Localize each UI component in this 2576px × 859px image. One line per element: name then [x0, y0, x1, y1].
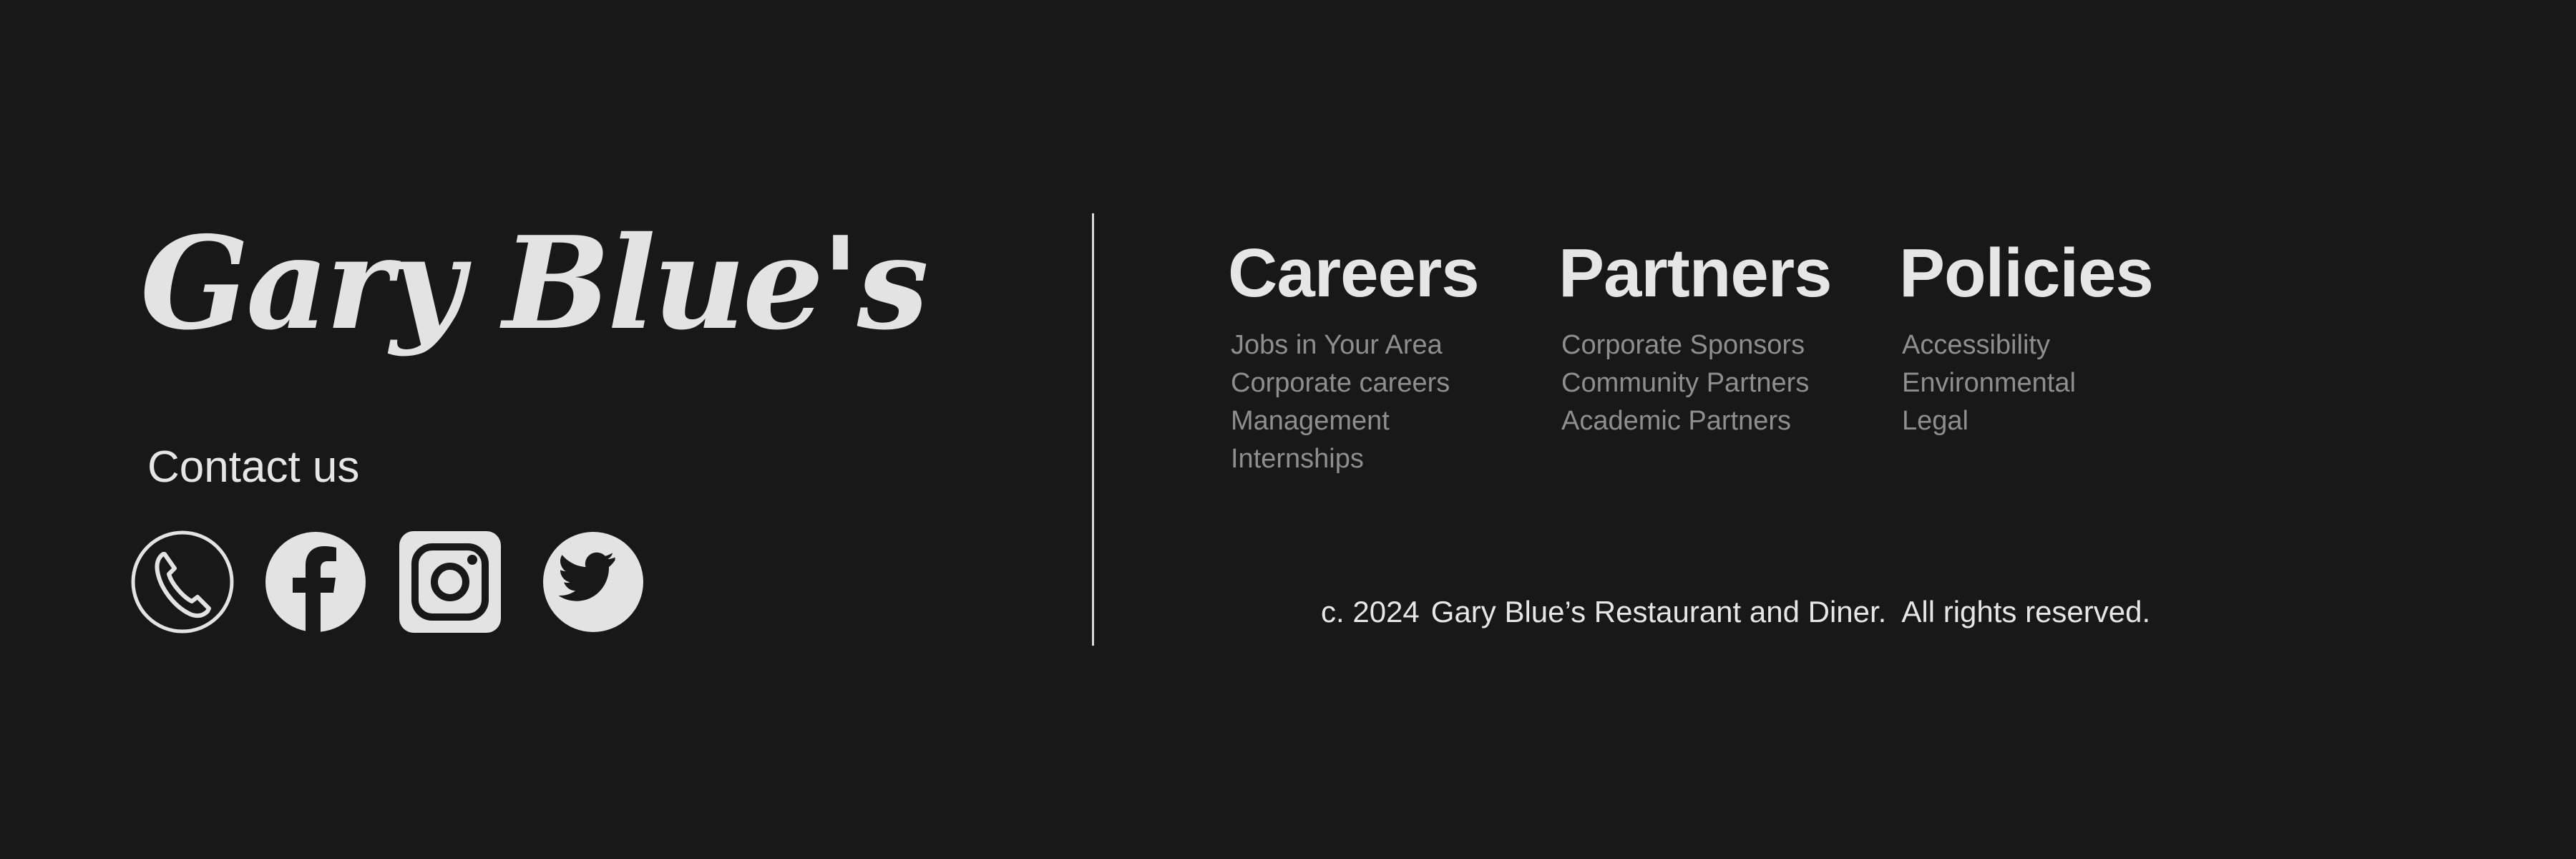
policies-heading: Policies	[1899, 235, 2154, 311]
instagram-button[interactable]	[398, 530, 502, 634]
copyright-text: Gary Blue’s Restaurant and Diner. All ri…	[1430, 595, 2151, 629]
brand-logo[interactable]: Gary Blue's	[140, 192, 956, 378]
careers-column: Careers Jobs in Your Area Corporate care…	[1228, 235, 1480, 478]
phone-button[interactable]	[130, 530, 235, 634]
twitter-button[interactable]	[541, 530, 645, 634]
link-jobs-in-your-area[interactable]: Jobs in Your Area	[1231, 326, 1479, 364]
link-accessibility[interactable]: Accessibility	[1902, 326, 2153, 364]
site-footer: Gary Blue's Contact us Careers Jobs in Y…	[0, 0, 2576, 859]
careers-heading: Careers	[1228, 235, 1480, 311]
twitter-icon	[543, 532, 643, 632]
facebook-button[interactable]	[263, 530, 368, 634]
partners-heading: Partners	[1558, 235, 1833, 311]
link-corporate-sponsors[interactable]: Corporate Sponsors	[1561, 326, 1832, 364]
link-legal[interactable]: Legal	[1902, 402, 2153, 440]
link-management[interactable]: Management	[1231, 402, 1479, 440]
link-community-partners[interactable]: Community Partners	[1561, 364, 1832, 402]
copyright-notice: c. 2024 Gary Blue’s Restaurant and Diner.…	[1321, 597, 2150, 627]
brand-logo-text: Gary Blue's	[140, 208, 927, 358]
policies-links: Accessibility Environmental Legal	[1899, 326, 2153, 440]
phone-icon	[131, 530, 234, 634]
instagram-icon	[399, 531, 501, 633]
link-internships[interactable]: Internships	[1231, 440, 1479, 478]
contact-us-label: Contact us	[147, 442, 360, 492]
link-environmental[interactable]: Environmental	[1902, 364, 2153, 402]
copyright-year: c. 2024	[1321, 595, 1420, 629]
link-corporate-careers[interactable]: Corporate careers	[1231, 364, 1479, 402]
footer-divider	[1092, 213, 1094, 646]
policies-column: Policies Accessibility Environmental Leg…	[1899, 235, 2154, 440]
facebook-icon	[265, 532, 366, 634]
careers-links: Jobs in Your Area Corporate careers Mana…	[1228, 326, 1479, 478]
link-academic-partners[interactable]: Academic Partners	[1561, 402, 1832, 440]
partners-column: Partners Corporate Sponsors Community Pa…	[1558, 235, 1833, 440]
partners-links: Corporate Sponsors Community Partners Ac…	[1558, 326, 1832, 440]
